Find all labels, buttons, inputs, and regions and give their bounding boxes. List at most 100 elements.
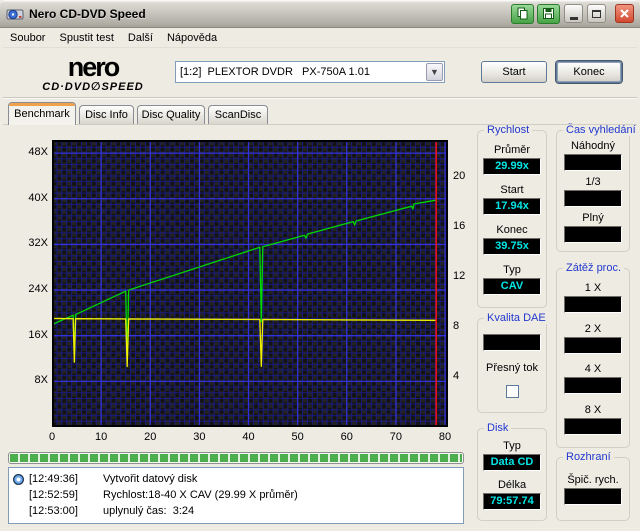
zatez-2x-value xyxy=(564,336,622,354)
save-results-button[interactable] xyxy=(537,3,560,24)
drive-select[interactable]: [1:2] PLEXTOR DVDR PX-750A 1.01 ▼ xyxy=(175,61,445,83)
minimize-icon xyxy=(569,16,578,20)
axis-tick-label: 40X xyxy=(28,191,48,204)
close-button[interactable] xyxy=(615,4,634,23)
prumer-label: Průměr xyxy=(493,144,531,156)
tretina-value xyxy=(564,190,622,207)
nahodny-label: Náhodný xyxy=(570,140,616,152)
plny-value xyxy=(564,226,622,243)
zatez-8x-value xyxy=(564,417,622,435)
axis-tick-label: 10 xyxy=(95,431,108,443)
close-icon xyxy=(620,9,629,18)
maximize-button[interactable] xyxy=(587,4,606,23)
axis-tick-label: 8 xyxy=(453,320,460,333)
group-rozhrani: Rozhraní Špič. rych. xyxy=(556,451,630,521)
nero-logo-text: nero xyxy=(67,52,121,82)
tab-scandisc[interactable]: ScanDisc xyxy=(208,105,268,124)
tretina-label: 1/3 xyxy=(585,176,601,188)
axis-tick-label: 40 xyxy=(242,431,255,443)
konec-button[interactable]: Konec xyxy=(556,61,622,83)
group-kvalita-dae-title: Kvalita DAE xyxy=(484,312,549,324)
axis-tick-label: 20 xyxy=(453,170,466,183)
axis-tick-label: 30 xyxy=(193,431,206,443)
group-cas-vyhledani-title: Čas vyhledání xyxy=(563,124,639,136)
start-value: 17.94x xyxy=(483,198,541,215)
cd-disc-icon xyxy=(13,473,24,485)
delka-value: 79:57.74 xyxy=(483,492,541,510)
log-row: [12:52:59] Rychlost:18-40 X CAV (29.99 X… xyxy=(13,487,461,503)
presny-tok-checkbox[interactable] xyxy=(505,385,519,398)
log-list[interactable]: [12:49:36] Vytvořit datový disk [12:52:5… xyxy=(8,467,464,524)
progress-fill xyxy=(10,454,462,462)
tab-benchmark[interactable]: Benchmark xyxy=(8,102,76,125)
plny-label: Plný xyxy=(582,212,604,224)
toolbar-divider xyxy=(3,97,637,99)
minimize-button[interactable] xyxy=(564,4,583,23)
group-kvalita-dae: Kvalita DAE Přesný tok xyxy=(477,312,549,413)
group-disk-title: Disk xyxy=(484,422,512,434)
axis-tick-label: 20 xyxy=(144,431,157,443)
axis-tick-label: 32X xyxy=(28,237,48,250)
axis-tick-label: 12 xyxy=(453,270,466,283)
menubar: Soubor Spustit test Další Nápověda xyxy=(3,28,637,48)
axis-tick-label: 16X xyxy=(28,328,48,341)
axis-tick-label: 8X xyxy=(34,374,48,387)
axis-tick-label: 16 xyxy=(453,220,466,233)
log-row: [12:53:00] uplynulý čas: 3:24 xyxy=(13,503,461,519)
log-text: Rychlost:18-40 X CAV (29.99 X průměr) xyxy=(103,489,298,501)
zatez-4x-value xyxy=(564,377,622,395)
zatez-1x-value xyxy=(564,296,622,314)
konec-label: Konec xyxy=(496,224,528,236)
log-row: [12:49:36] Vytvořit datový disk xyxy=(13,471,461,487)
titlebar: Nero CD-DVD Speed xyxy=(0,0,640,28)
axis-tick-label: 60 xyxy=(340,431,353,443)
menu-napoveda[interactable]: Nápověda xyxy=(160,30,224,46)
log-time: [12:49:36] xyxy=(29,473,78,485)
progress-bar xyxy=(8,452,464,464)
typ-label: Typ xyxy=(503,264,521,276)
benchmark-plot xyxy=(52,140,448,427)
start-label: Start xyxy=(500,184,524,196)
delka-label: Délka xyxy=(497,478,527,491)
drive-select-value: [1:2] PLEXTOR DVDR PX-750A 1.01 xyxy=(180,66,370,78)
menu-soubor[interactable]: Soubor xyxy=(3,30,52,46)
group-rozhrani-title: Rozhraní xyxy=(563,451,614,463)
spic-rych-label: Špič. rych. xyxy=(567,474,619,486)
axis-tick-label: 48X xyxy=(28,146,48,159)
zatez-4x-label: 4 X xyxy=(584,363,602,376)
axis-tick-label: 50 xyxy=(291,431,304,443)
group-zatez-proc: Zátěž proc. 1 X 2 X 4 X 8 X xyxy=(556,262,630,448)
copy-icon xyxy=(517,7,528,20)
konec-value: 39.75x xyxy=(483,238,541,255)
group-rychlost-title: Rychlost xyxy=(484,124,533,136)
log-text: uplynulý čas: 3:24 xyxy=(103,505,195,517)
group-rychlost: Rychlost Průměr 29.99x Start 17.94x Kone… xyxy=(477,124,547,308)
tab-strip-line xyxy=(3,124,637,125)
chevron-down-icon[interactable]: ▼ xyxy=(426,63,443,81)
copy-graph-button[interactable] xyxy=(511,3,534,24)
dae-value xyxy=(483,334,541,351)
tab-disc-quality[interactable]: Disc Quality xyxy=(137,105,205,124)
maximize-icon xyxy=(592,9,601,18)
log-time: [12:52:59] xyxy=(29,489,78,501)
log-time: [12:53:00] xyxy=(29,505,78,517)
cd-dvd-speed-logo-text: CD·DVD∅SPEED xyxy=(42,81,144,93)
zatez-8x-label: 8 X xyxy=(584,403,602,416)
group-zatez-proc-title: Zátěž proc. xyxy=(563,262,625,274)
axis-tick-label: 70 xyxy=(389,431,403,443)
window-title: Nero CD-DVD Speed xyxy=(29,6,146,21)
app-window: Nero CD-DVD Speed Soubor Spustit test Da… xyxy=(0,0,640,531)
start-button[interactable]: Start xyxy=(481,61,547,83)
presny-tok-label: Přesný tok xyxy=(486,362,538,374)
group-cas-vyhledani: Čas vyhledání Náhodný 1/3 Plný xyxy=(556,124,639,252)
menu-spustit-test[interactable]: Spustit test xyxy=(52,30,120,46)
menu-dalsi[interactable]: Další xyxy=(121,30,160,46)
zatez-2x-label: 2 X xyxy=(584,322,602,335)
axis-tick-label: 80 xyxy=(438,431,452,443)
axis-tick-label: 0 xyxy=(48,431,56,443)
tab-disc-info[interactable]: Disc Info xyxy=(79,105,134,124)
group-disk: Disk Typ Data CD Délka 79:57.74 xyxy=(477,422,547,521)
zatez-1x-label: 1 X xyxy=(584,282,602,295)
axis-tick-label: 24X xyxy=(28,283,48,296)
nahodny-value xyxy=(564,154,622,171)
